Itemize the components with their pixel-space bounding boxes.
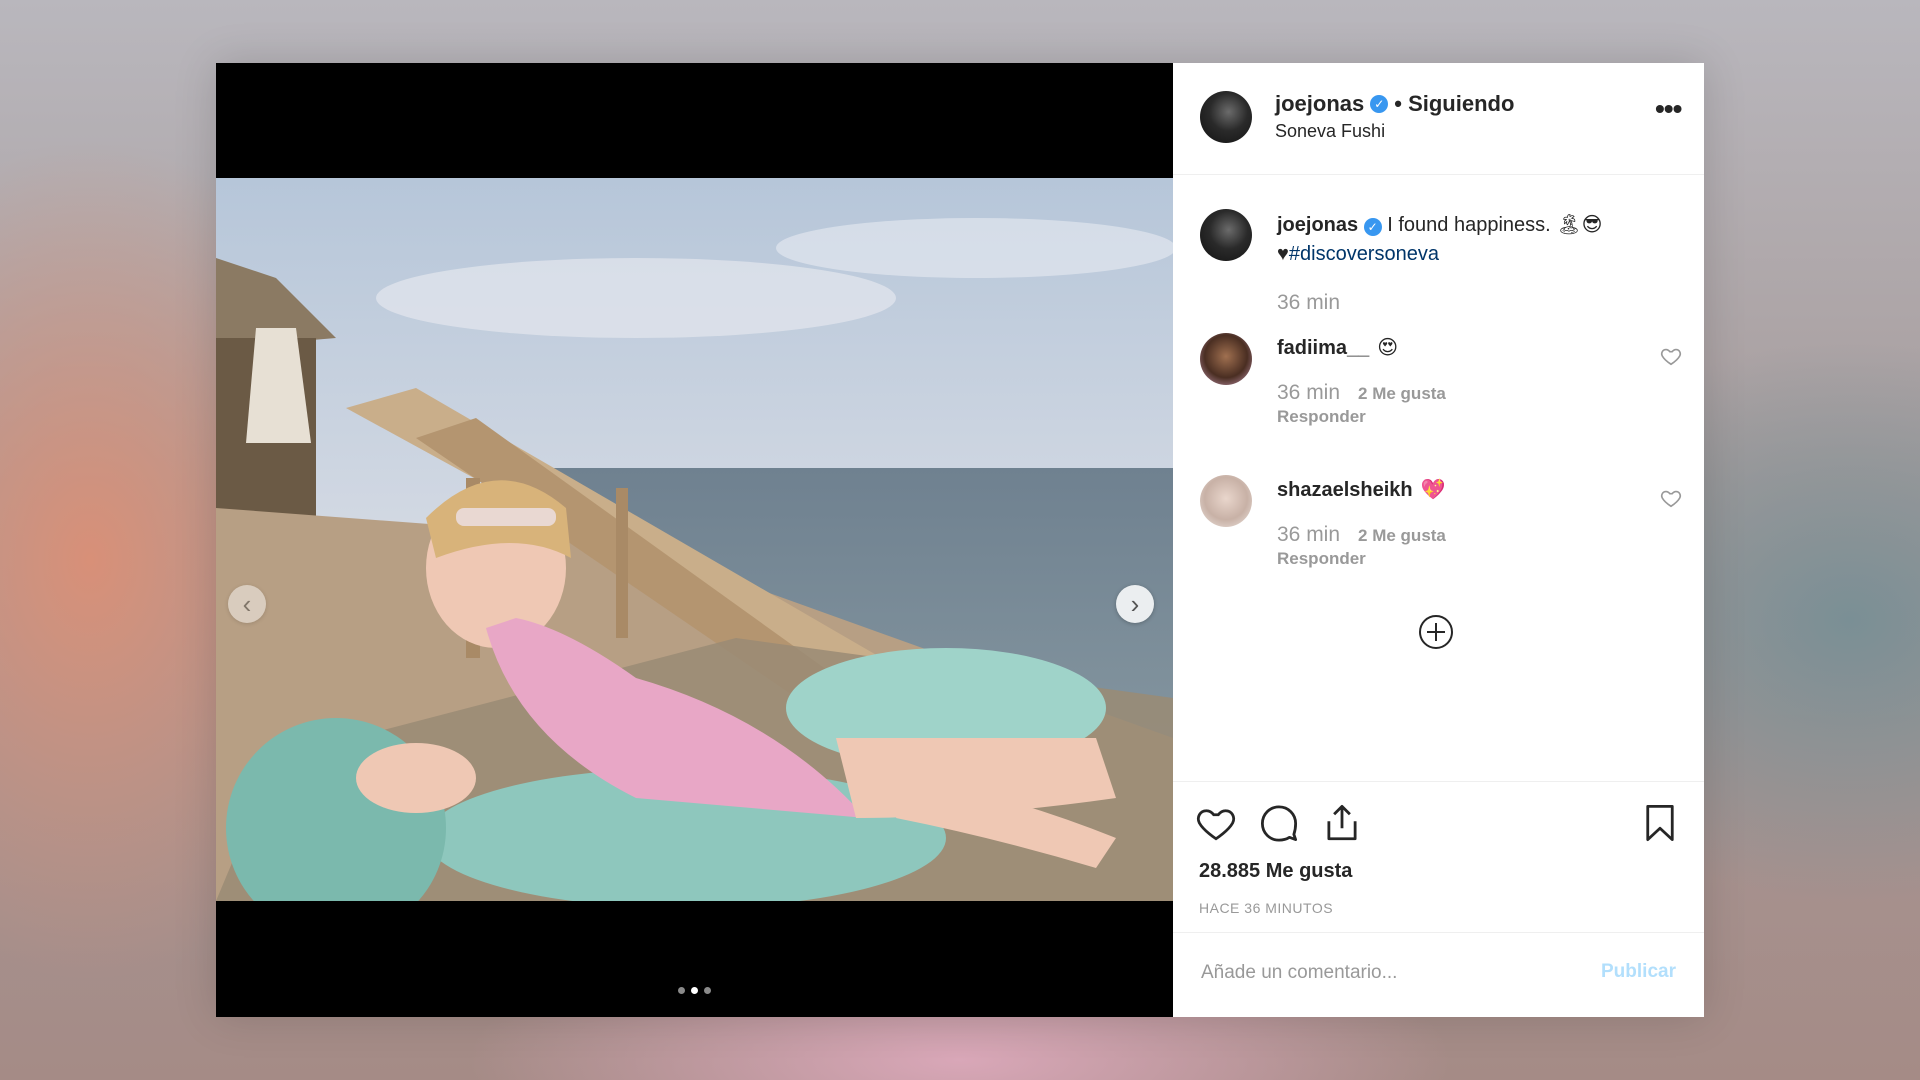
caption-body: I found happiness. 🏝😎 [1387,214,1603,236]
heart-glyph: ♥ [1277,243,1289,265]
follow-status-button[interactable]: • Siguiendo [1394,91,1514,117]
reply-button[interactable]: Responder [1277,407,1366,427]
more-options-icon[interactable]: ••• [1655,93,1682,125]
carousel-indicator [216,987,1173,994]
likes-count-link[interactable]: 28.885 Me gusta [1199,860,1352,883]
carousel-dot-active [691,987,698,994]
like-heart-icon[interactable] [1195,802,1237,844]
carousel-next-button[interactable]: › [1116,585,1154,623]
comment-bubble-icon[interactable] [1258,802,1300,844]
comment-user-line: shazaelsheikh 💖 [1277,477,1446,502]
carousel-dot [678,987,685,994]
caption-text: joejonas ✓ I found happiness. 🏝😎 ♥#disco… [1277,211,1667,269]
verified-badge-icon: ✓ [1363,218,1382,236]
chevron-left-icon: ‹ [242,589,252,619]
hashtag-link[interactable]: #discoversoneva [1289,243,1439,265]
comment-text: 😍 [1377,337,1399,359]
carousel-prev-button[interactable]: ‹ [228,585,266,623]
comment-likes-link[interactable]: 2 Me gusta [1358,384,1446,404]
instagram-post-modal: ‹ › joejonas ✓ • Siguiendo Soneva Fushi … [216,63,1704,1017]
header-user-line: joejonas ✓ • Siguiendo [1275,91,1514,117]
comment-meta: 36 min 2 Me gusta [1277,523,1446,547]
comment-username-link[interactable]: fadiima__ [1277,337,1369,359]
post-photo [216,178,1173,901]
post-actions: 28.885 Me gusta HACE 36 MINUTOS Publicar [1173,781,1704,1000]
share-icon[interactable] [1321,802,1363,844]
comment-input[interactable] [1199,955,1583,991]
avatar[interactable] [1200,475,1252,527]
reply-button[interactable]: Responder [1277,549,1366,569]
comment-likes-link[interactable]: 2 Me gusta [1358,526,1446,546]
add-comment-bar: Publicar [1173,932,1704,1013]
post-sidebar: joejonas ✓ • Siguiendo Soneva Fushi ••• … [1173,63,1704,1017]
comment-timestamp: 36 min [1277,381,1341,404]
comment-username-link[interactable]: shazaelsheikh [1277,479,1413,501]
comment-text: 💖 [1420,479,1446,501]
verified-badge-icon: ✓ [1370,95,1389,113]
publish-button[interactable]: Publicar [1601,961,1676,983]
like-comment-heart-icon[interactable] [1660,487,1682,509]
avatar[interactable] [1200,333,1252,385]
header-username-link[interactable]: joejonas [1275,91,1364,117]
comment-item: shazaelsheikh 💖 36 min 2 Me gusta Respond… [1173,475,1704,595]
carousel-dot [704,987,711,994]
avatar[interactable] [1200,91,1252,143]
chevron-right-icon: › [1130,589,1140,619]
comment-timestamp: 36 min [1277,523,1341,546]
save-bookmark-icon[interactable] [1639,802,1681,844]
comment-meta: 36 min 2 Me gusta [1277,381,1446,405]
avatar[interactable] [1200,209,1252,261]
location-link[interactable]: Soneva Fushi [1275,121,1385,142]
post-timestamp: HACE 36 MINUTOS [1199,900,1334,916]
caption-timestamp: 36 min [1277,291,1341,314]
post-header: joejonas ✓ • Siguiendo Soneva Fushi ••• [1173,63,1704,175]
like-comment-heart-icon[interactable] [1660,345,1682,367]
load-more-comments-plus-icon[interactable] [1418,614,1454,650]
comment-item: fadiima__ 😍 36 min 2 Me gusta Responder [1173,333,1704,453]
post-media: ‹ › [216,63,1173,1017]
comment-user-line: fadiima__ 😍 [1277,335,1398,360]
caption-username-link[interactable]: joejonas [1277,214,1358,236]
